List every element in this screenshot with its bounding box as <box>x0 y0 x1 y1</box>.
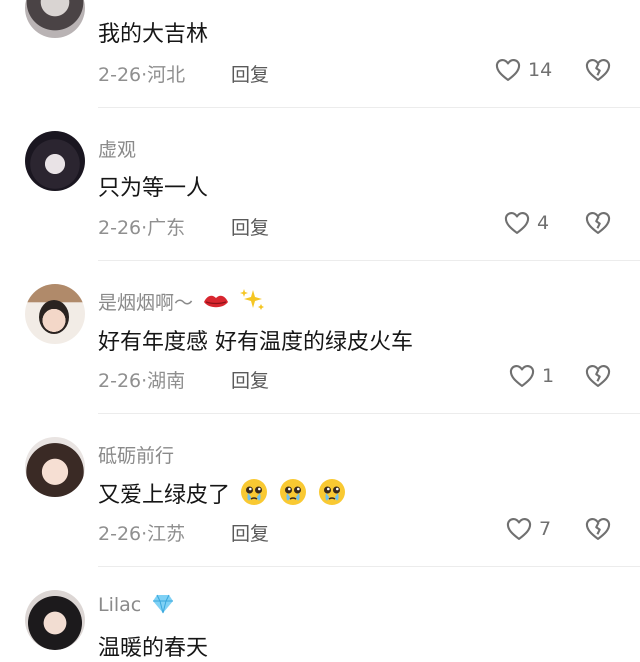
heart-outline-icon <box>509 365 535 387</box>
comment-text-content: 又爱上绿皮了 <box>98 483 231 508</box>
like-button[interactable]: 4 <box>503 209 549 237</box>
pleading-face-emoji <box>319 479 346 505</box>
username-text: 是烟烟啊～ <box>98 292 194 314</box>
comment-location: 广东 <box>147 217 186 239</box>
comment-text: 好有年度感 好有温度的绿皮火车 <box>98 330 413 355</box>
avatar[interactable] <box>25 284 85 344</box>
comment-username-truncated[interactable]: — — — — — — — <box>98 0 267 8</box>
avatar[interactable] <box>25 131 85 191</box>
pleading-face-emoji <box>241 479 268 505</box>
comment-username[interactable]: 虚观 <box>98 135 136 162</box>
comment-location: 湖南 <box>147 370 186 392</box>
divider <box>98 260 640 261</box>
broken-heart-icon[interactable] <box>584 209 612 237</box>
like-count: 4 <box>537 212 550 234</box>
divider <box>98 107 640 108</box>
avatar[interactable] <box>25 0 85 38</box>
username-text: Lilac <box>98 594 142 616</box>
reply-button[interactable]: 回复 <box>231 213 269 240</box>
heart-outline-icon <box>506 518 532 540</box>
comment-username[interactable]: Lilac <box>98 594 175 616</box>
comment-date: 2-26 <box>98 523 142 545</box>
comment-text: 温暖的春天 <box>98 636 209 661</box>
comment-meta: 2-26·江苏 <box>98 519 185 546</box>
reply-button[interactable]: 回复 <box>231 60 269 87</box>
comment-text: 只为等一人 <box>98 176 209 201</box>
heart-outline-icon <box>504 212 530 234</box>
comment-text: 又爱上绿皮了 <box>98 477 347 509</box>
avatar[interactable] <box>25 590 85 650</box>
divider <box>98 413 640 414</box>
like-button[interactable]: 7 <box>505 515 551 543</box>
like-button[interactable]: 1 <box>508 362 554 390</box>
broken-heart-icon[interactable] <box>584 56 612 84</box>
reply-button[interactable]: 回复 <box>231 366 269 393</box>
comment-meta: 2-26·广东 <box>98 213 185 240</box>
avatar[interactable] <box>25 437 85 497</box>
pleading-face-emoji <box>280 479 307 505</box>
comment-date: 2-26 <box>98 217 142 239</box>
comment-date: 2-26 <box>98 370 142 392</box>
comment-username[interactable]: 砥砺前行 <box>98 441 174 468</box>
broken-heart-icon[interactable] <box>584 362 612 390</box>
comment-meta: 2-26·湖南 <box>98 366 185 393</box>
like-count: 1 <box>542 365 555 387</box>
sparkles-emoji <box>240 289 265 310</box>
comment-date: 2-26 <box>98 64 142 86</box>
heart-outline-icon <box>495 59 521 81</box>
like-count: 14 <box>528 59 553 81</box>
comment-location: 江苏 <box>147 523 186 545</box>
broken-heart-icon[interactable] <box>584 515 612 543</box>
reply-button[interactable]: 回复 <box>231 519 269 546</box>
comment-text: 我的大吉林 <box>98 22 209 47</box>
like-button[interactable]: 14 <box>494 56 552 84</box>
comment-username[interactable]: 是烟烟啊～ <box>98 288 265 315</box>
kiss-lips-emoji <box>204 295 229 308</box>
diamond-emoji <box>153 594 174 614</box>
divider <box>98 566 640 567</box>
comment-location: 河北 <box>147 64 186 86</box>
like-count: 7 <box>539 518 552 540</box>
comment-meta: 2-26·河北 <box>98 60 185 87</box>
